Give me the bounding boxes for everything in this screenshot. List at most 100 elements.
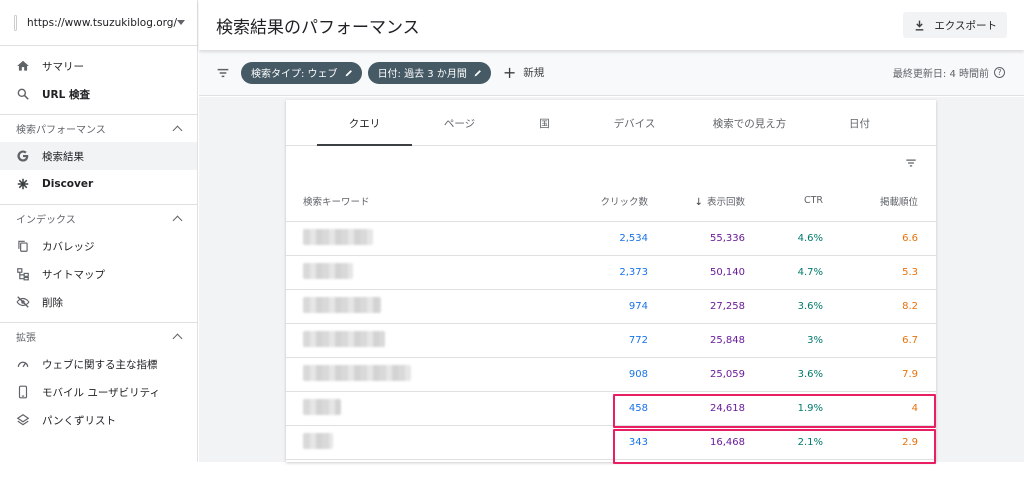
layers-icon xyxy=(16,413,30,427)
sidebar-item-label: カバレッジ xyxy=(42,240,95,253)
page-header: 検索結果のパフォーマンス エクスポート xyxy=(199,0,1024,50)
position-cell: 6.6 xyxy=(902,233,918,244)
tab-label: クエリ xyxy=(348,117,381,130)
tab-search-appearance[interactable]: 検索での見え方 xyxy=(687,100,812,146)
sidebar-item-mobile-usability[interactable]: モバイル ユーザビリティ xyxy=(0,378,197,406)
sidebar-item-removals[interactable]: 削除 xyxy=(0,288,197,316)
sidebar-item-sitemaps[interactable]: サイトマップ xyxy=(0,260,197,288)
tab-pages[interactable]: ページ xyxy=(412,100,507,146)
copy-icon xyxy=(16,239,30,253)
tab-label: 検索での見え方 xyxy=(712,117,787,130)
pencil-icon xyxy=(474,69,481,76)
keyword-cell xyxy=(286,331,516,350)
sidebar-item-label: モバイル ユーザビリティ xyxy=(42,386,160,399)
smartphone-icon xyxy=(16,385,30,399)
sidebar-item-label: 検索結果 xyxy=(42,150,84,163)
blurred-keyword xyxy=(303,399,341,415)
table-row[interactable]: 2,534 55,336 4.6% 6.6 xyxy=(286,222,936,256)
keyword-cell xyxy=(286,399,516,418)
sitemap-icon xyxy=(16,267,30,281)
sidebar-item-url-inspection[interactable]: URL 検査 xyxy=(0,80,197,108)
page-title: 検索結果のパフォーマンス xyxy=(216,17,420,38)
property-selector[interactable]: https://www.tsuzukiblog.org/ xyxy=(0,0,197,46)
sidebar-item-label: ウェブに関する主な指標 xyxy=(42,358,158,371)
clicks-cell: 2,373 xyxy=(619,267,648,278)
sidebar-item-label: Discover xyxy=(42,178,94,190)
clicks-cell: 2,534 xyxy=(619,233,648,244)
tab-label: ページ xyxy=(443,117,476,130)
section-title: インデックス xyxy=(16,215,76,226)
section-header-index[interactable]: インデックス xyxy=(0,204,197,232)
section-title: 検索パフォーマンス xyxy=(16,125,106,136)
table-row[interactable]: 908 25,059 3.6% 7.9 xyxy=(286,358,936,392)
clicks-cell: 974 xyxy=(628,301,648,312)
section-header-performance[interactable]: 検索パフォーマンス xyxy=(0,114,197,142)
google-g-icon xyxy=(16,149,30,163)
ctr-cell: 3% xyxy=(807,335,823,346)
position-cell: 7.9 xyxy=(902,369,918,380)
chip-label: 日付: 過去 3 か月間 xyxy=(377,69,467,80)
keyword-cell xyxy=(286,297,516,316)
table-header: 検索キーワード クリック数 ↓ 表示回数 CTR 掲載順位 xyxy=(286,180,936,222)
sidebar-item-coverage[interactable]: カバレッジ xyxy=(0,232,197,260)
section-title: 拡張 xyxy=(16,333,36,344)
tab-devices[interactable]: デバイス xyxy=(582,100,687,146)
filter-chip-search-type[interactable]: 検索タイプ: ウェブ xyxy=(241,61,362,84)
sidebar-item-summary[interactable]: サマリー xyxy=(0,52,197,80)
highlight-box-row-7 xyxy=(613,429,936,464)
impressions-cell: 55,336 xyxy=(710,233,745,244)
position-cell: 6.7 xyxy=(902,335,918,346)
plus-icon: + xyxy=(502,62,517,82)
keyword-cell xyxy=(286,365,516,384)
sidebar-item-label: サマリー xyxy=(42,60,84,73)
filter-chip-date[interactable]: 日付: 過去 3 か月間 xyxy=(367,61,491,84)
sidebar-item-core-web-vitals[interactable]: ウェブに関する主な指標 xyxy=(0,350,197,378)
chevron-up-icon xyxy=(172,215,183,226)
export-label: エクスポート xyxy=(934,19,997,32)
impressions-cell: 25,848 xyxy=(710,335,745,346)
tab-label: 国 xyxy=(539,117,550,130)
tab-label: 日付 xyxy=(849,117,870,130)
ctr-cell: 4.7% xyxy=(797,267,823,278)
new-filter-button[interactable]: + 新規 xyxy=(502,62,544,82)
blurred-keyword xyxy=(303,365,411,381)
impressions-cell: 50,140 xyxy=(710,267,745,278)
asterisk-icon xyxy=(16,177,30,191)
filter-icon[interactable] xyxy=(215,65,231,81)
table-filter-icon[interactable] xyxy=(904,156,918,170)
clicks-cell: 772 xyxy=(628,335,648,346)
column-header-keyword[interactable]: 検索キーワード xyxy=(286,194,516,208)
blurred-keyword xyxy=(303,331,385,347)
sidebar-item-search-results[interactable]: 検索結果 xyxy=(0,142,197,170)
highlight-box-row-6 xyxy=(613,394,936,428)
sidebar-item-label: パンくずリスト xyxy=(42,414,117,427)
sidebar-item-breadcrumbs[interactable]: パンくずリスト xyxy=(0,406,197,434)
help-icon[interactable]: ? xyxy=(994,67,1005,78)
eye-off-icon xyxy=(16,295,30,309)
tab-countries[interactable]: 国 xyxy=(507,100,582,146)
property-url: https://www.tsuzukiblog.org/ xyxy=(27,16,177,29)
blurred-keyword xyxy=(303,229,373,245)
table-filter-row xyxy=(286,146,936,180)
column-header-position[interactable]: 掲載順位 xyxy=(823,194,918,208)
position-cell: 5.3 xyxy=(902,267,918,278)
table-row[interactable]: 772 25,848 3% 6.7 xyxy=(286,324,936,358)
export-button[interactable]: エクスポート xyxy=(903,12,1007,38)
ctr-cell: 3.6% xyxy=(797,301,823,312)
table-row[interactable]: 2,373 50,140 4.7% 5.3 xyxy=(286,256,936,290)
table-row[interactable]: 974 27,258 3.6% 8.2 xyxy=(286,290,936,324)
home-icon xyxy=(16,59,30,73)
column-header-ctr[interactable]: CTR xyxy=(745,195,823,206)
tab-queries[interactable]: クエリ xyxy=(317,100,412,146)
tab-dates[interactable]: 日付 xyxy=(812,100,907,146)
column-header-clicks[interactable]: クリック数 xyxy=(516,194,648,208)
site-avatar-icon xyxy=(14,14,18,31)
column-header-impressions[interactable]: ↓ 表示回数 xyxy=(648,194,745,208)
sidebar-item-discover[interactable]: Discover xyxy=(0,170,197,198)
keyword-cell xyxy=(286,433,516,452)
sidebar-item-label: 削除 xyxy=(42,296,63,309)
sort-arrow-down-icon: ↓ xyxy=(694,196,703,208)
download-icon xyxy=(916,20,924,31)
blurred-keyword xyxy=(303,297,381,313)
section-header-enhancements[interactable]: 拡張 xyxy=(0,322,197,350)
